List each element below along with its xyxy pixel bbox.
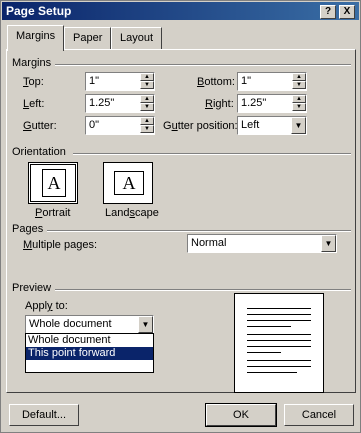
bottom-margin-value: 1" xyxy=(241,75,252,87)
spin-down-icon[interactable]: ▼ xyxy=(292,81,306,89)
preview-divider xyxy=(53,289,351,291)
help-button[interactable]: ? xyxy=(320,5,336,19)
chevron-down-icon[interactable]: ▼ xyxy=(321,235,336,252)
portrait-option[interactable]: A xyxy=(28,162,78,204)
multiple-pages-select[interactable]: Normal ▼ xyxy=(187,234,337,253)
spin-up-icon[interactable]: ▲ xyxy=(140,73,154,81)
right-margin-input[interactable]: 1.25" ▲ ▼ xyxy=(237,94,307,113)
gutter-label: Gutter: xyxy=(23,120,57,132)
gutter-input[interactable]: 0" ▲ ▼ xyxy=(85,116,155,135)
default-button[interactable]: Default... xyxy=(9,404,79,426)
bottom-margin-input[interactable]: 1" ▲ ▼ xyxy=(237,72,307,91)
spin-down-icon[interactable]: ▼ xyxy=(292,103,306,111)
spin-down-icon[interactable]: ▼ xyxy=(140,103,154,111)
left-margin-value: 1.25" xyxy=(89,97,115,109)
landscape-option[interactable]: A xyxy=(103,162,153,204)
orientation-divider xyxy=(73,153,351,155)
margins-section-label: Margins xyxy=(12,57,56,69)
orientation-section-label: Orientation xyxy=(12,146,70,158)
close-button[interactable]: X xyxy=(339,5,355,19)
top-margin-input[interactable]: 1" ▲ ▼ xyxy=(85,72,155,91)
bottom-label: Bottom: xyxy=(197,76,235,88)
tab-paper[interactable]: Paper xyxy=(64,27,112,49)
spin-up-icon[interactable]: ▲ xyxy=(140,117,154,125)
apply-to-select[interactable]: Whole document ▼ xyxy=(25,315,154,334)
chevron-down-icon[interactable]: ▼ xyxy=(138,316,153,333)
gutter-position-value: Left xyxy=(241,119,260,131)
tab-margins[interactable]: Margins xyxy=(7,25,65,51)
pages-section-label: Pages xyxy=(12,223,48,235)
dialog-title: Page Setup xyxy=(6,4,72,18)
pages-divider xyxy=(45,230,351,232)
portrait-label: Portrait xyxy=(35,207,71,219)
spin-up-icon[interactable]: ▲ xyxy=(140,95,154,103)
page-setup-dialog: Page Setup ? X Margins Paper Layout Marg… xyxy=(0,0,361,433)
top-margin-value: 1" xyxy=(89,75,100,87)
multiple-pages-label: Multiple pages: xyxy=(23,239,97,251)
portrait-page-icon: A xyxy=(42,169,66,197)
apply-to-dropdown-list: Whole document This point forward xyxy=(25,333,154,373)
right-label: Right: xyxy=(205,98,234,110)
spin-down-icon[interactable]: ▼ xyxy=(140,125,154,133)
gutter-position-select[interactable]: Left ▼ xyxy=(237,116,307,135)
list-item[interactable]: Whole document xyxy=(26,334,153,347)
cancel-button[interactable]: Cancel xyxy=(284,404,354,426)
tab-layout[interactable]: Layout xyxy=(111,27,163,49)
margins-divider xyxy=(51,64,351,66)
multiple-pages-value: Normal xyxy=(191,237,227,249)
gutter-position-label: Gutter position: xyxy=(163,120,238,132)
gutter-value: 0" xyxy=(89,119,100,131)
landscape-page-icon: A xyxy=(114,171,144,195)
top-label: Top: xyxy=(23,76,44,88)
left-margin-input[interactable]: 1.25" ▲ ▼ xyxy=(85,94,155,113)
chevron-down-icon[interactable]: ▼ xyxy=(291,117,306,134)
ok-button[interactable]: OK xyxy=(205,403,277,427)
title-bar: Page Setup ? X xyxy=(2,2,359,20)
list-item[interactable]: This point forward xyxy=(26,347,153,360)
spin-down-icon[interactable]: ▼ xyxy=(140,81,154,89)
landscape-label: Landscape xyxy=(105,207,159,219)
preview-section-label: Preview xyxy=(12,282,56,294)
spin-up-icon[interactable]: ▲ xyxy=(292,95,306,103)
apply-to-value: Whole document xyxy=(29,318,112,330)
page-preview xyxy=(234,293,324,393)
left-label: Left: xyxy=(23,98,45,110)
right-margin-value: 1.25" xyxy=(241,97,267,109)
apply-to-label: Apply to: xyxy=(25,300,68,312)
spin-up-icon[interactable]: ▲ xyxy=(292,73,306,81)
